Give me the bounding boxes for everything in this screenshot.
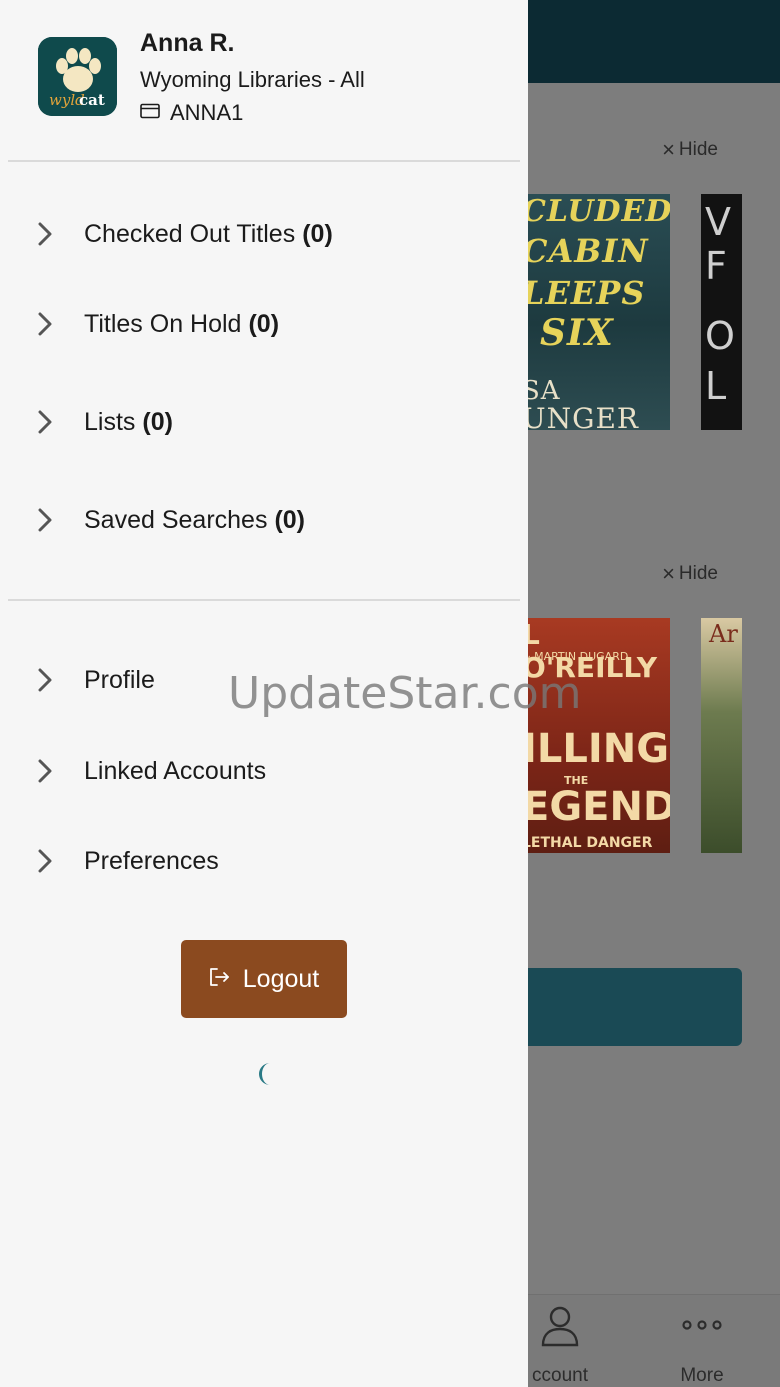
cover-text: LEEPS bbox=[522, 274, 646, 312]
tab-account-label: ccount bbox=[532, 1365, 588, 1386]
chevron-right-icon bbox=[0, 222, 84, 246]
loading-spinner-icon bbox=[252, 1061, 278, 1087]
chevron-right-icon bbox=[0, 759, 84, 783]
logout-button[interactable]: Logout bbox=[181, 940, 347, 1018]
chevron-right-icon bbox=[0, 508, 84, 532]
cover-text: L bbox=[705, 364, 727, 408]
chevron-right-icon bbox=[0, 849, 84, 873]
hide-label: Hide bbox=[678, 139, 718, 160]
menu-item-lists[interactable]: Lists (0) bbox=[0, 392, 528, 452]
cover-text: Ar bbox=[709, 620, 738, 648]
library-card-row: ANNA1 bbox=[140, 100, 243, 126]
library-name: Wyoming Libraries - All bbox=[140, 67, 365, 92]
menu-item-saved-searches[interactable]: Saved Searches (0) bbox=[0, 490, 528, 550]
cover-text: UNGER bbox=[522, 402, 639, 430]
svg-text:cat: cat bbox=[79, 91, 105, 109]
menu-item-count: (0) bbox=[274, 505, 306, 534]
person-icon bbox=[520, 1295, 600, 1355]
cover-text: & MARTIN DUGARD bbox=[522, 650, 629, 663]
menu-item-label: Checked Out Titles bbox=[84, 219, 296, 248]
cover-text: O bbox=[705, 314, 735, 358]
menu-item-label: Preferences bbox=[84, 846, 219, 875]
cover-text: SIX bbox=[540, 312, 614, 354]
menu-item-linked-accounts[interactable]: Linked Accounts bbox=[0, 741, 528, 801]
menu-item-count: (0) bbox=[302, 219, 333, 248]
hide-row-button-2[interactable]: × Hide bbox=[662, 563, 718, 585]
book-cover[interactable]: Ar bbox=[701, 618, 742, 853]
menu-item-on-hold[interactable]: Titles On Hold (0) bbox=[0, 294, 528, 354]
menu-item-label: Profile bbox=[84, 665, 155, 694]
menu-item-label: Lists bbox=[84, 407, 136, 436]
chevron-right-icon bbox=[0, 410, 84, 434]
card-number: ANNA1 bbox=[170, 100, 244, 125]
cover-text: V bbox=[705, 200, 731, 244]
account-drawer: wyld cat Anna R. Wyoming Libraries - All… bbox=[0, 0, 528, 1387]
chevron-right-icon bbox=[0, 312, 84, 336]
cover-text: CLUDED bbox=[522, 194, 670, 229]
credit-card-icon bbox=[140, 103, 160, 124]
logout-icon bbox=[209, 965, 231, 994]
divider bbox=[8, 160, 520, 162]
user-name: Anna R. bbox=[140, 29, 235, 57]
tab-more[interactable]: More bbox=[662, 1295, 742, 1387]
cover-text: CABIN bbox=[522, 232, 649, 270]
menu-item-profile[interactable]: Profile bbox=[0, 650, 528, 710]
menu-item-label: Linked Accounts bbox=[84, 756, 267, 785]
tab-account[interactable]: ccount bbox=[520, 1295, 600, 1387]
cover-text: ILLING bbox=[522, 726, 670, 772]
logout-label: Logout bbox=[242, 964, 320, 993]
menu-item-label: Titles On Hold bbox=[84, 309, 242, 338]
close-icon: × bbox=[662, 561, 675, 586]
wyldcat-logo: wyld cat bbox=[38, 37, 117, 116]
close-icon: × bbox=[662, 137, 675, 162]
menu-item-count: (0) bbox=[142, 407, 173, 436]
book-cover[interactable]: V F O L bbox=[701, 194, 742, 430]
cover-text: EGENDS bbox=[522, 784, 670, 830]
tab-more-label: More bbox=[680, 1365, 724, 1386]
cover-text: F bbox=[705, 244, 727, 288]
hide-row-button-1[interactable]: × Hide bbox=[662, 139, 718, 161]
chevron-right-icon bbox=[0, 668, 84, 692]
more-dots-icon bbox=[662, 1295, 742, 1355]
menu-item-preferences[interactable]: Preferences bbox=[0, 831, 528, 891]
menu-item-count: (0) bbox=[248, 309, 280, 338]
menu-item-checked-out[interactable]: Checked Out Titles (0) bbox=[0, 204, 528, 264]
background-action-button[interactable] bbox=[500, 968, 742, 1046]
menu-item-label: Saved Searches bbox=[84, 505, 268, 534]
divider bbox=[8, 599, 520, 601]
cover-text: LETHAL DANGER bbox=[522, 835, 653, 851]
hide-label: Hide bbox=[678, 563, 718, 584]
